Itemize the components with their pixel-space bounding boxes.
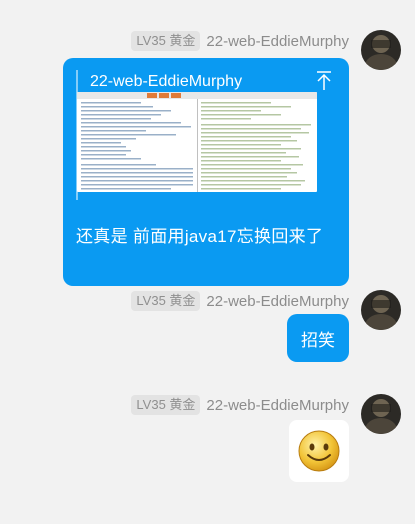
pin-top-icon[interactable] — [316, 70, 332, 92]
sender-avatar[interactable] — [361, 30, 401, 70]
forward-title: 22-web-EddieMurphy — [90, 73, 243, 90]
sender-name[interactable]: 22-web-EddieMurphy — [206, 293, 349, 310]
sticker-bubble[interactable] — [289, 420, 349, 482]
message-text: 招笑 — [301, 330, 335, 350]
smiley-face-sticker — [298, 430, 340, 472]
level-badge: LV35 黄金 — [131, 395, 201, 415]
message-header: LV35 黄金 22-web-EddieMurphy — [131, 30, 349, 52]
sender-avatar[interactable] — [361, 290, 401, 330]
level-badge: LV35 黄金 — [131, 31, 201, 51]
level-badge: LV35 黄金 — [131, 291, 201, 311]
forwarded-chat-card[interactable]: 22-web-EddieMurphy 还真是 前面用java17忘换回来了 — [63, 58, 349, 286]
message-header: LV35 黄金 22-web-EddieMurphy — [131, 290, 349, 312]
forward-message-text: 还真是 前面用java17忘换回来了 — [76, 227, 324, 246]
code-screenshot-image[interactable] — [77, 92, 317, 192]
chat-view: LV35 黄金 22-web-EddieMurphy 22-web-EddieM… — [0, 0, 415, 524]
message-header: LV35 黄金 22-web-EddieMurphy — [131, 394, 349, 416]
sender-avatar[interactable] — [361, 394, 401, 434]
sender-name[interactable]: 22-web-EddieMurphy — [206, 397, 349, 414]
text-bubble[interactable]: 招笑 — [287, 314, 349, 362]
sender-name[interactable]: 22-web-EddieMurphy — [206, 33, 349, 50]
